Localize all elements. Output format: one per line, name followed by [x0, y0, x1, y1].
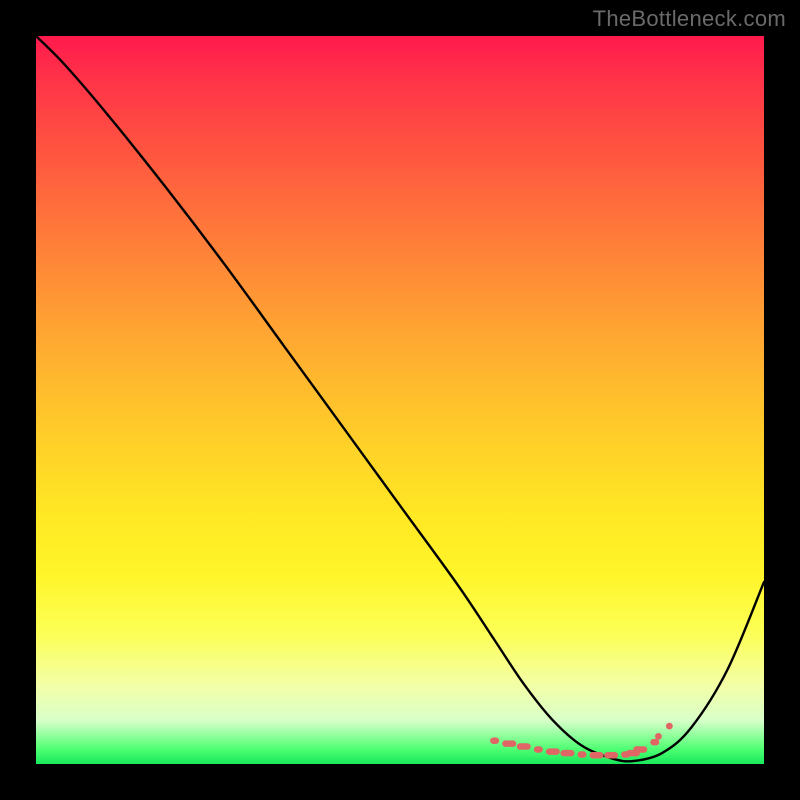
- optimal-marker: [517, 743, 531, 750]
- optimal-marker: [534, 746, 543, 753]
- optimal-range-markers-group: [490, 723, 673, 759]
- optimal-marker-dot: [666, 723, 673, 730]
- optimal-marker: [546, 748, 560, 755]
- optimal-marker: [590, 752, 604, 759]
- optimal-marker-dot: [655, 733, 662, 740]
- chart-frame: TheBottleneck.com: [0, 0, 800, 800]
- chart-svg: [36, 36, 764, 764]
- plot-area: [36, 36, 764, 764]
- optimal-marker: [490, 737, 499, 744]
- watermark-text: TheBottleneck.com: [593, 6, 786, 32]
- optimal-marker: [560, 750, 574, 757]
- optimal-marker: [650, 739, 659, 746]
- bottleneck-curve-path: [36, 36, 764, 761]
- optimal-marker: [578, 751, 587, 758]
- optimal-marker: [604, 752, 618, 759]
- optimal-marker: [502, 740, 516, 747]
- optimal-marker: [633, 746, 647, 753]
